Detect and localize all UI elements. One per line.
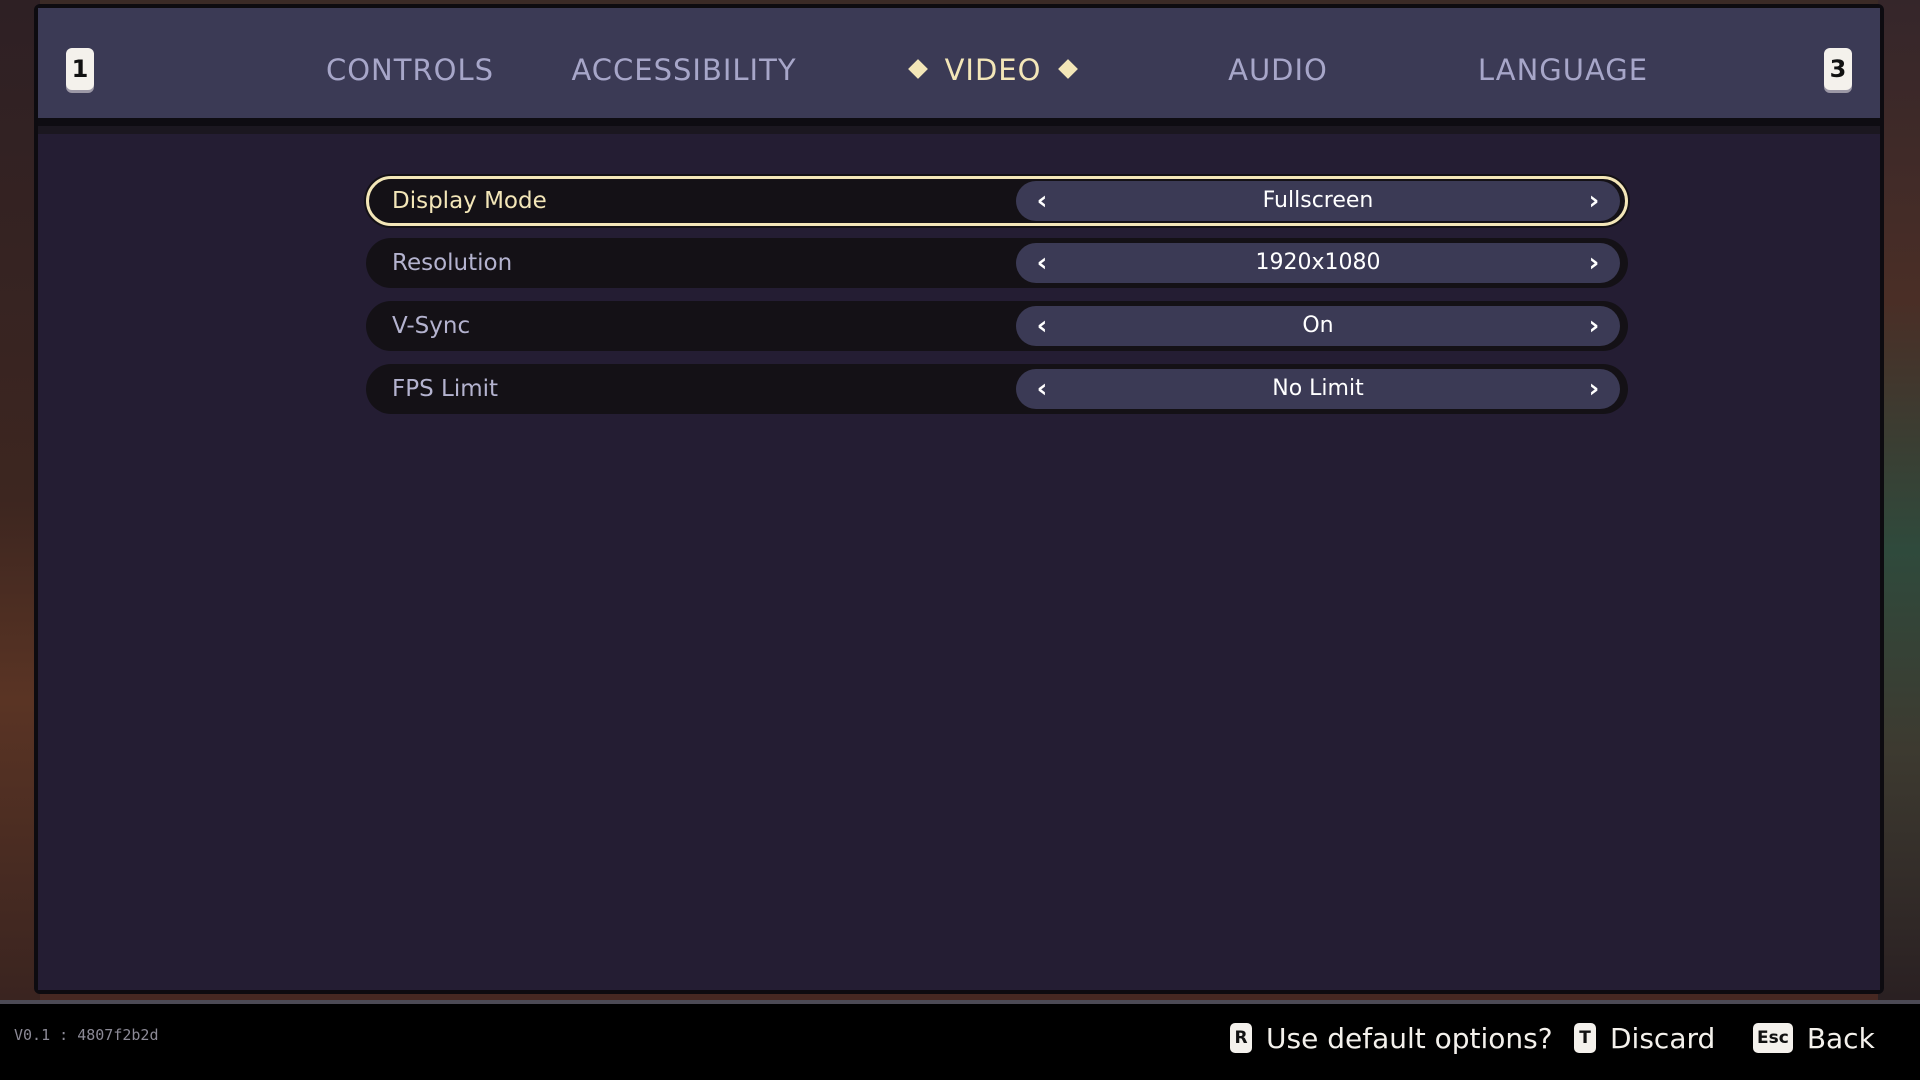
option-selector: ‹ 1920x1080 › [1016,243,1620,283]
default-options-hint[interactable]: R Use default options? [1230,1018,1553,1058]
option-selector: ‹ On › [1016,306,1620,346]
setting-value: On [1302,313,1334,338]
settings-window: 1 CONTROLS ACCESSIBILITY VIDEO AUDIO LAN… [34,4,1884,994]
diamond-icon [1058,59,1079,79]
footer-bar: V0.1 : 4807f2b2d R Use default options? … [0,1000,1920,1080]
t-key-icon: T [1574,1023,1596,1053]
setting-row-fps-limit[interactable]: FPS Limit ‹ No Limit › [366,364,1628,414]
tab-audio[interactable]: AUDIO [1178,48,1378,92]
prev-tab-key-badge[interactable]: 1 [66,48,94,90]
chevron-right-icon[interactable]: › [1574,306,1614,346]
discard-hint[interactable]: T Discard [1574,1018,1715,1058]
chevron-right-icon[interactable]: › [1574,243,1614,283]
r-key-icon: R [1230,1023,1252,1053]
settings-panel: Display Mode ‹ Fullscreen › Resolution ‹… [38,134,1880,990]
option-selector: ‹ Fullscreen › [1016,181,1620,221]
chevron-right-icon[interactable]: › [1574,181,1614,221]
back-hint[interactable]: Esc Back [1753,1018,1875,1058]
hint-label: Back [1806,1021,1875,1055]
tab-controls[interactable]: CONTROLS [300,48,520,92]
setting-label: FPS Limit [392,376,499,402]
diamond-icon [907,59,928,79]
tab-video-label: VIDEO [944,53,1042,87]
setting-row-vsync[interactable]: V-Sync ‹ On › [366,301,1628,351]
hint-label: Use default options? [1266,1021,1553,1055]
setting-value: Fullscreen [1262,188,1374,213]
setting-label: Display Mode [392,188,547,214]
chevron-right-icon[interactable]: › [1574,369,1614,409]
option-selector: ‹ No Limit › [1016,369,1620,409]
background-right-edge [1878,0,1920,1000]
setting-row-resolution[interactable]: Resolution ‹ 1920x1080 › [366,238,1628,288]
next-tab-key-badge[interactable]: 3 [1824,48,1852,90]
setting-value: No Limit [1272,376,1364,401]
tab-video[interactable]: VIDEO [853,48,1133,92]
version-label: V0.1 : 4807f2b2d [14,1026,159,1044]
esc-key-icon: Esc [1753,1023,1793,1053]
setting-label: Resolution [392,250,513,276]
setting-label: V-Sync [392,313,471,339]
setting-row-display-mode[interactable]: Display Mode ‹ Fullscreen › [366,176,1628,226]
tab-accessibility[interactable]: ACCESSIBILITY [559,48,809,92]
tab-bar: 1 CONTROLS ACCESSIBILITY VIDEO AUDIO LAN… [38,8,1880,126]
tab-language[interactable]: LANGUAGE [1448,48,1678,92]
hint-label: Discard [1610,1021,1716,1055]
setting-value: 1920x1080 [1255,250,1381,275]
